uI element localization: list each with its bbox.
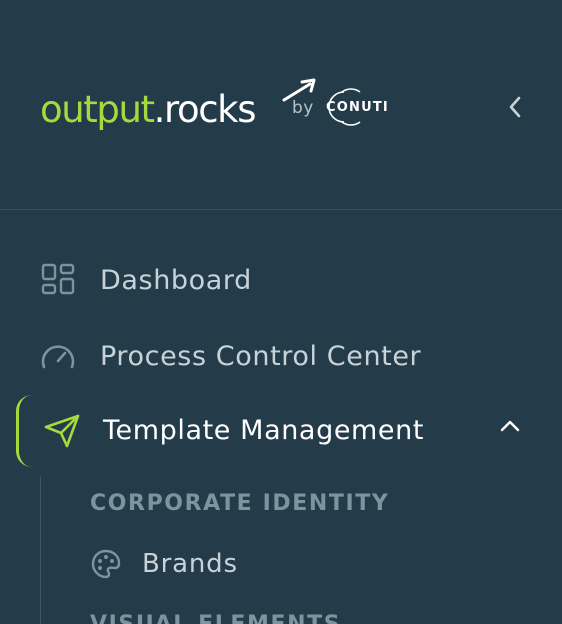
conuti-logo: CONUTI	[322, 86, 388, 128]
sidebar-header: output .rocks by CONUTI	[0, 0, 562, 210]
send-icon	[44, 414, 80, 448]
submenu-tree-line	[40, 476, 41, 624]
conuti-logo-text: CONUTI	[326, 100, 389, 115]
dashboard-grid-icon	[40, 262, 76, 298]
sidebar: output .rocks by CONUTI Dashboard Proces…	[0, 0, 562, 624]
nav-item-label: Process Control Center	[100, 340, 422, 372]
output-rocks-logo[interactable]: output .rocks	[40, 76, 316, 132]
logo-output-text: output	[40, 88, 155, 131]
nav-item-label: Template Management	[103, 415, 425, 446]
nav-item-template-management[interactable]: Template Management	[16, 395, 562, 467]
submenu-item-label: Brands	[142, 549, 238, 579]
section-heading-corporate-identity: CORPORATE IDENTITY	[90, 491, 390, 516]
nav-item-process-control-center[interactable]: Process Control Center	[0, 326, 562, 386]
gauge-icon	[40, 338, 76, 374]
by-label: by	[292, 98, 314, 118]
collapse-sidebar-button[interactable]	[500, 92, 530, 122]
submenu-item-brands[interactable]: Brands	[90, 542, 530, 586]
logo-rocks-text: .rocks	[153, 88, 257, 131]
palette-icon	[91, 549, 121, 579]
chevron-up-icon[interactable]	[499, 419, 521, 433]
nav-item-label: Dashboard	[100, 264, 252, 296]
nav-item-dashboard[interactable]: Dashboard	[0, 250, 562, 310]
section-heading-visual-elements: VISUAL ELEMENTS	[90, 612, 341, 624]
chevron-left-icon	[509, 96, 521, 118]
